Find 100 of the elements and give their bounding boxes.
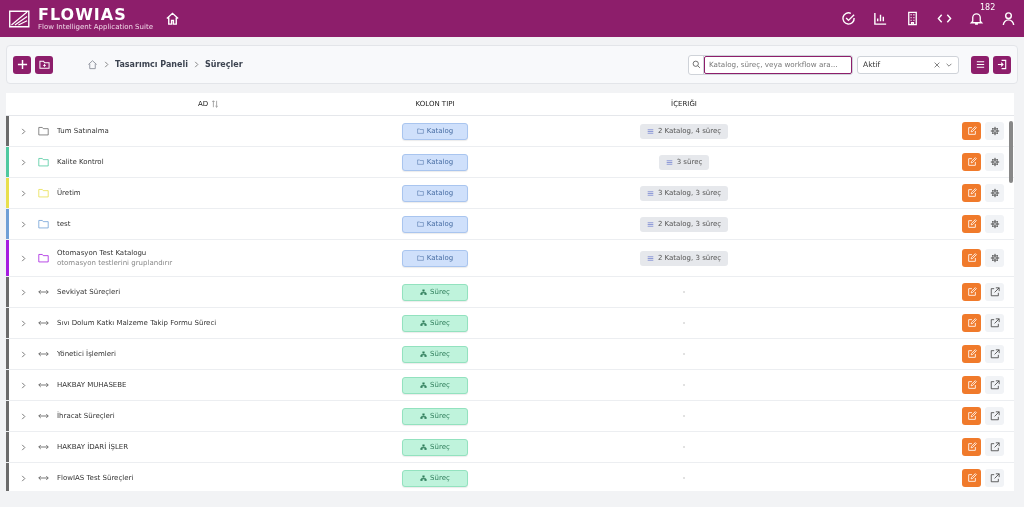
list-icon	[665, 158, 673, 166]
sitemap-icon	[420, 320, 428, 326]
chevron-right-icon[interactable]	[20, 158, 27, 166]
add-button[interactable]	[13, 55, 31, 74]
folder-icon	[416, 128, 424, 134]
edit-icon	[966, 188, 977, 198]
bell-icon[interactable]	[969, 11, 984, 26]
chevron-right-icon[interactable]	[20, 412, 27, 420]
open-external-button[interactable]	[985, 469, 1004, 487]
list-icon	[646, 220, 654, 228]
chevron-right-icon[interactable]	[20, 288, 27, 296]
chevron-right-icon[interactable]	[20, 381, 27, 389]
edit-button[interactable]	[962, 438, 981, 456]
external-link-icon	[989, 411, 1000, 421]
chevron-right-icon[interactable]	[20, 254, 27, 262]
breadcrumb-link[interactable]: Tasarımcı Paneli	[115, 60, 188, 69]
edit-icon	[966, 318, 977, 328]
open-external-button[interactable]	[985, 314, 1004, 332]
sitemap-icon	[420, 382, 428, 388]
open-external-button[interactable]	[985, 283, 1004, 301]
list-view-button[interactable]	[971, 55, 989, 74]
edit-button[interactable]	[962, 215, 981, 233]
edit-button[interactable]	[962, 469, 981, 487]
folder-icon	[416, 255, 424, 261]
external-link-icon	[989, 318, 1000, 328]
settings-button[interactable]	[985, 184, 1004, 202]
building-icon[interactable]	[905, 11, 920, 26]
chevron-right-icon	[103, 61, 110, 68]
check-circle-icon[interactable]	[841, 11, 856, 26]
open-external-button[interactable]	[985, 438, 1004, 456]
settings-icon	[989, 126, 1000, 136]
logo-text: FLOWIAS	[38, 6, 127, 23]
chevron-right-icon[interactable]	[20, 220, 27, 228]
chevron-right-icon[interactable]	[20, 474, 27, 482]
folder-icon	[416, 221, 424, 227]
sitemap-icon	[420, 289, 428, 295]
external-link-icon	[989, 473, 1000, 483]
chevron-right-icon[interactable]	[20, 319, 27, 327]
settings-button[interactable]	[985, 153, 1004, 171]
open-external-button[interactable]	[985, 345, 1004, 363]
settings-button[interactable]	[985, 215, 1004, 233]
edit-icon	[966, 287, 977, 297]
external-link-icon	[989, 349, 1000, 359]
list-icon	[974, 59, 986, 70]
folder-icon	[416, 190, 424, 196]
open-external-button[interactable]	[985, 376, 1004, 394]
edit-icon	[966, 442, 977, 452]
sort-icon[interactable]	[211, 100, 220, 108]
edit-button[interactable]	[962, 376, 981, 394]
external-link-icon	[989, 287, 1000, 297]
notification-count: 182	[980, 3, 996, 12]
chevron-right-icon[interactable]	[20, 189, 27, 197]
edit-button[interactable]	[962, 249, 981, 267]
home-icon[interactable]	[164, 11, 180, 26]
scrollbar[interactable]	[1009, 121, 1013, 183]
file-import-icon	[996, 59, 1008, 70]
clear-icon[interactable]	[933, 60, 941, 69]
folder-icon	[416, 159, 424, 165]
plus-icon	[16, 59, 28, 70]
external-link-icon	[989, 380, 1000, 390]
edit-button[interactable]	[962, 283, 981, 301]
user-icon[interactable]	[1001, 11, 1016, 26]
edit-button[interactable]	[962, 184, 981, 202]
external-link-icon	[989, 442, 1000, 452]
settings-button[interactable]	[985, 122, 1004, 140]
edit-icon	[966, 157, 977, 167]
settings-icon	[989, 157, 1000, 167]
edit-icon	[966, 126, 977, 136]
list-icon	[646, 189, 654, 197]
add-folder-button[interactable]	[35, 55, 53, 74]
edit-button[interactable]	[962, 407, 981, 425]
edit-icon	[966, 411, 977, 421]
edit-icon	[966, 253, 977, 263]
edit-button[interactable]	[962, 122, 981, 140]
settings-icon	[989, 188, 1000, 198]
edit-icon	[966, 349, 977, 359]
edit-icon	[966, 219, 977, 229]
open-external-button[interactable]	[985, 407, 1004, 425]
sitemap-icon	[420, 444, 428, 450]
bar-chart-icon[interactable]	[873, 11, 888, 26]
chevron-right-icon[interactable]	[20, 350, 27, 358]
edit-icon	[966, 380, 977, 390]
chevron-right-icon	[192, 61, 200, 68]
edit-button[interactable]	[962, 345, 981, 363]
settings-icon	[989, 219, 1000, 229]
chevron-right-icon[interactable]	[20, 127, 27, 135]
sitemap-icon	[420, 475, 428, 481]
list-icon	[646, 127, 654, 135]
breadcrumb-link[interactable]: Süreçler	[204, 60, 243, 69]
sitemap-icon	[420, 351, 428, 357]
edit-icon	[966, 473, 977, 483]
edit-button[interactable]	[962, 153, 981, 171]
chevron-right-icon[interactable]	[20, 443, 27, 451]
list-icon	[646, 254, 654, 262]
import-button[interactable]	[993, 55, 1011, 74]
sitemap-icon	[420, 413, 428, 419]
folder-plus-icon	[38, 59, 50, 70]
edit-button[interactable]	[962, 314, 981, 332]
search-icon	[691, 60, 701, 69]
settings-button[interactable]	[985, 249, 1004, 267]
